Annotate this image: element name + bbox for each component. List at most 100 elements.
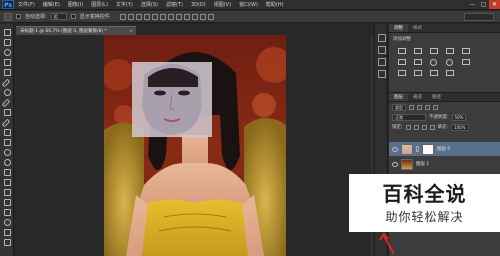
fill-field[interactable]: 100% <box>451 123 469 131</box>
invert-icon[interactable] <box>413 69 422 76</box>
gradient-tool-icon[interactable] <box>2 138 12 146</box>
layer-mask-thumbnail[interactable] <box>422 143 434 155</box>
eye-icon[interactable] <box>392 161 398 167</box>
chain-link-icon[interactable] <box>416 146 419 152</box>
lock-all-icon[interactable] <box>429 124 435 130</box>
filter-type-icon[interactable] <box>425 104 430 110</box>
align-right-icon[interactable] <box>159 13 166 20</box>
document-tab[interactable]: 未标题-1 @ 66.7% (图层 0, 图层蒙版/8) * × <box>16 26 136 35</box>
hand-tool-icon[interactable] <box>2 208 12 216</box>
move-tool-icon[interactable] <box>2 28 12 36</box>
lock-position-icon[interactable] <box>421 124 427 130</box>
quick-select-tool-icon[interactable] <box>2 58 12 66</box>
distribute-center-icon[interactable] <box>199 13 206 20</box>
eye-icon[interactable] <box>392 146 398 152</box>
exposure-icon[interactable] <box>445 47 454 54</box>
auto-select-dropdown[interactable]: 组 <box>50 13 67 20</box>
lasso-tool-icon[interactable] <box>2 48 12 56</box>
align-left-icon[interactable] <box>143 13 150 20</box>
show-transform-checkbox[interactable] <box>70 14 76 19</box>
threshold-icon[interactable] <box>445 69 454 76</box>
vibrance-icon[interactable] <box>461 47 470 54</box>
opacity-field[interactable]: 50% <box>451 113 467 121</box>
marquee-tool-icon[interactable] <box>2 38 12 46</box>
blend-mode-dropdown[interactable]: 正常 <box>392 113 426 121</box>
color-swatch-icon[interactable] <box>2 228 12 236</box>
watermark: 百科全说 助你轻松解决 <box>349 174 500 232</box>
curves-icon[interactable] <box>429 47 438 54</box>
layer-name[interactable]: 图层 1 <box>416 161 429 167</box>
hue-saturation-icon[interactable] <box>397 58 406 65</box>
move-tool-icon[interactable] <box>4 12 12 21</box>
color-lookup-icon[interactable] <box>397 69 406 76</box>
auto-select-checkbox[interactable] <box>16 14 21 19</box>
align-top-icon[interactable] <box>119 13 126 20</box>
menu-window[interactable]: 窗口(W) <box>235 1 262 8</box>
eraser-tool-icon[interactable] <box>2 128 12 136</box>
menu-view[interactable]: 视图(V) <box>210 1 235 8</box>
filter-adjust-icon[interactable] <box>417 104 422 110</box>
blur-tool-icon[interactable] <box>2 148 12 156</box>
black-white-icon[interactable] <box>429 58 438 66</box>
align-middle-icon[interactable] <box>127 13 134 20</box>
menu-layer[interactable]: 图层(L) <box>87 1 112 8</box>
levels-icon[interactable] <box>413 47 422 54</box>
brightness-contrast-icon[interactable] <box>397 47 406 54</box>
photo-filter-icon[interactable] <box>445 58 454 66</box>
shape-tool-icon[interactable] <box>2 198 12 206</box>
quick-mask-icon[interactable] <box>2 238 12 246</box>
minimize-button[interactable]: — <box>467 0 478 9</box>
layer-filter-dropdown[interactable]: 类型 <box>392 103 406 111</box>
distribute-middle-icon[interactable] <box>175 13 182 20</box>
menu-filter[interactable]: 滤镜(T) <box>162 1 187 8</box>
menu-help[interactable]: 帮助(H) <box>262 1 288 8</box>
close-button[interactable]: ✕ <box>489 0 500 9</box>
menu-edit[interactable]: 编辑(E) <box>39 1 64 8</box>
align-center-icon[interactable] <box>151 13 158 20</box>
filter-shape-icon[interactable] <box>433 104 438 110</box>
pen-tool-icon[interactable] <box>2 168 12 176</box>
menu-type[interactable]: 文字(Y) <box>112 1 137 8</box>
lock-transparent-icon[interactable] <box>405 124 411 130</box>
path-select-tool-icon[interactable] <box>2 188 12 196</box>
tab-paths[interactable]: 路径 <box>427 93 446 101</box>
distribute-top-icon[interactable] <box>167 13 174 20</box>
document-canvas[interactable] <box>104 35 286 256</box>
document-close-icon[interactable]: × <box>129 27 133 35</box>
history-panel-icon[interactable] <box>378 34 386 42</box>
distribute-left-icon[interactable] <box>191 13 198 20</box>
clone-stamp-tool-icon[interactable] <box>2 108 12 116</box>
properties-panel-icon[interactable] <box>378 46 386 54</box>
menu-3d[interactable]: 3D(D) <box>187 2 210 8</box>
tab-layers[interactable]: 图层 <box>389 93 408 101</box>
tab-channels[interactable]: 通道 <box>408 93 427 101</box>
filter-pixel-icon[interactable] <box>409 104 414 110</box>
character-panel-icon[interactable] <box>378 58 386 66</box>
history-brush-tool-icon[interactable] <box>2 118 12 126</box>
lock-pixels-icon[interactable] <box>413 124 419 130</box>
menu-file[interactable]: 文件(F) <box>14 1 39 8</box>
layer-name[interactable]: 图层 0 <box>437 146 450 152</box>
channel-mixer-icon[interactable] <box>461 58 470 65</box>
align-bottom-icon[interactable] <box>135 13 142 20</box>
brush-tool-icon[interactable] <box>2 98 12 106</box>
menu-select[interactable]: 选择(S) <box>137 1 162 8</box>
dodge-tool-icon[interactable] <box>2 158 12 166</box>
posterize-icon[interactable] <box>429 69 438 76</box>
paragraph-panel-icon[interactable] <box>378 70 386 78</box>
color-balance-icon[interactable] <box>413 58 422 65</box>
tab-adjustments[interactable]: 调整 <box>389 24 408 32</box>
layer-row-0[interactable]: 图层 0 <box>389 142 500 156</box>
healing-brush-tool-icon[interactable] <box>2 88 12 96</box>
eyedropper-tool-icon[interactable] <box>2 78 12 86</box>
workspace-switcher[interactable] <box>464 13 494 21</box>
distribute-right-icon[interactable] <box>207 13 214 20</box>
distribute-bottom-icon[interactable] <box>183 13 190 20</box>
menu-image[interactable]: 图像(I) <box>64 1 87 8</box>
type-tool-icon[interactable] <box>2 178 12 186</box>
crop-tool-icon[interactable] <box>2 68 12 76</box>
layer-row-1[interactable]: 图层 1 <box>389 157 500 171</box>
zoom-tool-icon[interactable] <box>2 218 12 226</box>
tab-styles[interactable]: 样式 <box>408 24 427 32</box>
maximize-button[interactable]: □ <box>478 0 489 9</box>
